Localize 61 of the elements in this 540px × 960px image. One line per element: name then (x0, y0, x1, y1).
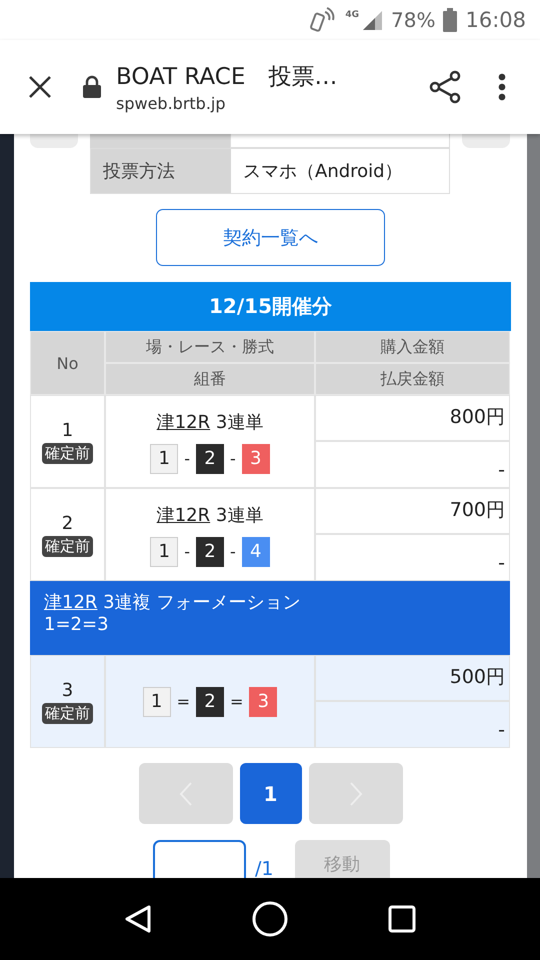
column-header: 購入金額 (315, 331, 510, 363)
bet-formula: 1=2=3 (44, 614, 110, 635)
purchase-amount: 800円 (315, 395, 510, 441)
phone-waves-icon (309, 6, 338, 34)
battery-icon (443, 8, 458, 32)
payout-amount: - (315, 701, 510, 748)
combo-separator: = (176, 692, 190, 711)
page-url[interactable]: spweb.brtb.jp (116, 94, 428, 113)
status-badge: 確定前 (42, 702, 93, 724)
combo-separator: - (230, 449, 236, 468)
section-title: 12/15開催分 (30, 282, 511, 331)
status-badge: 確定前 (42, 536, 93, 556)
purchase-amount: 500円 (315, 655, 510, 701)
combo-separator: - (184, 542, 190, 561)
boat-number: 3 (249, 686, 278, 716)
page-title: BOAT RACE 投票… (116, 63, 338, 92)
boat-number: 2 (196, 536, 224, 566)
race-link[interactable]: 津12R (44, 592, 98, 613)
row-number: 2 (62, 512, 74, 534)
network-type: 4G (345, 10, 360, 20)
bet-type: 3連単 (214, 412, 264, 432)
back-icon[interactable] (124, 904, 152, 934)
info-value: スマホ（Android） (242, 160, 404, 184)
combo-separator: - (184, 449, 190, 468)
boat-number: 3 (242, 444, 270, 474)
bet-type: 3連複 フォーメーション (102, 592, 300, 613)
combo-separator: = (230, 692, 244, 711)
page-total: /1 (255, 858, 274, 878)
clock: 16:08 (465, 8, 526, 32)
combo-separator: - (230, 542, 236, 561)
share-icon[interactable] (428, 70, 462, 104)
bet-type: 3連単 (214, 504, 264, 526)
battery-percent: 78% (391, 8, 436, 32)
row-number: 1 (62, 420, 74, 440)
more-menu-icon[interactable] (498, 73, 506, 101)
payout-amount: - (315, 441, 510, 488)
page-button[interactable]: 1 (240, 763, 302, 824)
payout-amount: - (315, 534, 510, 581)
race-link[interactable]: 津12R (156, 412, 210, 432)
page-number-field[interactable] (153, 840, 246, 878)
boat-number: 1 (150, 536, 178, 566)
status-badge: 確定前 (42, 442, 93, 464)
signal-icon (361, 9, 384, 31)
column-header: No (30, 331, 105, 395)
lock-icon (82, 75, 102, 99)
recents-icon[interactable] (388, 905, 416, 933)
column-header: 組番 (105, 363, 315, 395)
column-header: 場・レース・勝式 (105, 331, 315, 363)
boat-number: 1 (142, 686, 171, 716)
info-label: 投票方法 (91, 149, 231, 193)
purchase-amount: 700円 (315, 488, 510, 534)
boat-number: 2 (196, 444, 224, 474)
home-icon[interactable] (250, 900, 289, 938)
contract-list-button[interactable]: 契約一覧へ (156, 209, 385, 266)
race-link[interactable]: 津12R (156, 504, 210, 526)
close-icon[interactable] (28, 75, 52, 99)
column-header: 払戻金額 (315, 363, 510, 395)
boat-number: 4 (242, 536, 270, 566)
boat-number: 2 (196, 686, 224, 716)
boat-number: 1 (150, 444, 178, 474)
row-number: 3 (62, 680, 74, 700)
